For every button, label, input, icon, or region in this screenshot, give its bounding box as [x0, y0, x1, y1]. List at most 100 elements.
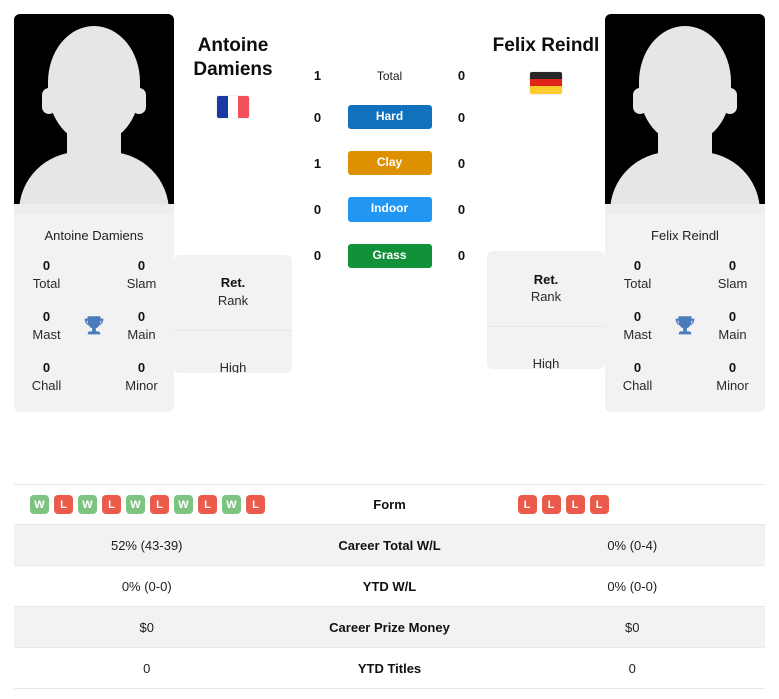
- h2h-indoor-right-score: 0: [457, 201, 466, 217]
- right-player-identity: Felix Reindl Ret. Rank High 23 Age: [487, 14, 605, 412]
- left-form-badges: WLWLWLWLWL: [14, 495, 280, 514]
- right-ytd-titles: 0: [628, 660, 636, 676]
- left-form-badge-5[interactable]: L: [150, 495, 169, 514]
- right-form-badge-2[interactable]: L: [565, 495, 585, 514]
- h2h-hard-left-score: 0: [313, 109, 322, 125]
- right-form-badge-1[interactable]: L: [541, 495, 561, 514]
- left-info-rank-value: Ret.: [220, 275, 246, 291]
- left-player-name-line1: Antoine: [197, 35, 269, 56]
- h2h-row-clay: 1 Clay 0: [300, 151, 480, 176]
- left-form-badge-7[interactable]: L: [198, 495, 217, 514]
- left-ytd-titles: 0: [143, 660, 151, 676]
- left-title-mast-label: Mast: [32, 326, 61, 342]
- left-form-badge-8[interactable]: W: [222, 495, 241, 514]
- right-player-name: Felix Reindl: [493, 34, 600, 58]
- right-form-badge-3[interactable]: L: [589, 495, 609, 514]
- right-career-total-wl: 0% (0-4): [607, 537, 658, 553]
- avatar-bottom-fade: [605, 204, 765, 214]
- left-form-badge-4[interactable]: W: [126, 495, 145, 514]
- right-title-chall-label: Chall: [622, 377, 653, 393]
- right-title-total-value: 0: [633, 258, 642, 273]
- left-form-badge-6[interactable]: W: [174, 495, 193, 514]
- left-player-card-name: Antoine Damiens: [44, 228, 144, 243]
- left-player-name-line2: Damiens: [193, 58, 273, 80]
- left-title-minor: 0 Minor: [117, 359, 166, 394]
- surface-badge-clay[interactable]: Clay: [347, 151, 432, 176]
- left-form-badge-9[interactable]: L: [246, 495, 265, 514]
- left-form-badge-3[interactable]: L: [102, 495, 121, 514]
- avatar-silhouette-ear-right: [723, 88, 737, 114]
- right-title-total: 0 Total: [613, 257, 662, 292]
- right-info-rank: Ret. Rank: [487, 251, 605, 327]
- de-flag-icon: [530, 71, 562, 94]
- left-info-high-label: High: [219, 360, 247, 373]
- left-career-total-wl: 52% (43-39): [110, 537, 183, 553]
- left-form-badge-2[interactable]: W: [78, 495, 97, 514]
- left-title-chall-label: Chall: [31, 377, 62, 393]
- right-title-slam-value: 0: [728, 258, 737, 273]
- left-ytd-wl: 0% (0-0): [121, 578, 172, 594]
- right-info-rank-value: Ret.: [533, 271, 559, 287]
- right-player-card-name: Felix Reindl: [651, 228, 719, 243]
- left-title-total-value: 0: [42, 258, 51, 273]
- left-info-high: High: [174, 331, 292, 373]
- avatar-bottom-fade: [14, 204, 174, 214]
- h2h-indoor-left-score: 0: [313, 201, 322, 217]
- left-title-main: 0 Main: [117, 308, 166, 343]
- h2h-total-label: Total: [376, 68, 403, 83]
- right-title-slam-label: Slam: [717, 275, 748, 291]
- right-form-badge-0[interactable]: L: [517, 495, 537, 514]
- table-row-career-prize-money: $0 Career Prize Money $0: [14, 607, 765, 648]
- left-info-card: Ret. Rank High 24 Age R Plays: [174, 254, 292, 373]
- left-player-card[interactable]: Antoine Damiens 0 Total 0 Slam 0 Mast 0 …: [14, 14, 174, 413]
- left-title-main-value: 0: [137, 309, 146, 325]
- left-form-badge-1[interactable]: L: [54, 495, 73, 514]
- left-title-mast-value: 0: [42, 309, 51, 325]
- surface-badge-grass[interactable]: Grass: [347, 243, 432, 268]
- right-title-minor-label: Minor: [716, 377, 749, 393]
- left-title-minor-label: Minor: [125, 377, 158, 393]
- right-title-mast-label: Mast: [623, 326, 652, 342]
- h2h-row-hard: 0 Hard 0: [300, 105, 480, 130]
- right-titles-grid: 0 Total 0 Slam 0 Mast 0 Main 0 Chall 0 M…: [605, 255, 765, 412]
- h2h-clay-right-score: 0: [457, 155, 466, 171]
- right-form-badges: LLLL: [517, 495, 766, 514]
- stats-comparison-table: WLWLWLWLWL Form LLLL 52% (43-39) Career …: [14, 484, 765, 689]
- left-player-avatar: [14, 14, 174, 214]
- trophy-icon: [662, 313, 708, 339]
- left-title-mast: 0 Mast: [22, 308, 71, 343]
- left-player-identity: Antoine Damiens Ret. Rank High 24 Age: [174, 14, 292, 412]
- right-career-prize-money: $0: [625, 619, 640, 635]
- left-info-rank: Ret. Rank: [174, 255, 292, 331]
- right-player-avatar: [605, 14, 765, 214]
- right-title-minor: 0 Minor: [708, 359, 757, 394]
- right-title-chall: 0 Chall: [613, 359, 662, 394]
- left-titles-grid: 0 Total 0 Slam 0 Mast 0 Main 0 Chall 0 M…: [14, 255, 174, 412]
- left-title-chall-value: 0: [42, 360, 51, 376]
- right-info-rank-label: Rank: [530, 289, 562, 305]
- left-title-minor-value: 0: [137, 360, 146, 376]
- avatar-silhouette-ear-left: [633, 88, 647, 114]
- left-form-badge-0[interactable]: W: [30, 495, 49, 514]
- table-row-career-prize-money-label: Career Prize Money: [329, 619, 450, 635]
- surface-badge-indoor[interactable]: Indoor: [347, 197, 432, 222]
- right-player-card[interactable]: Felix Reindl 0 Total 0 Slam 0 Mast 0 Mai…: [605, 14, 765, 413]
- table-row-career-total-wl: 52% (43-39) Career Total W/L 0% (0-4): [14, 525, 765, 566]
- right-player-name-line1: Felix Reindl: [492, 35, 600, 56]
- fr-flag-icon: [217, 95, 249, 118]
- surface-badge-hard[interactable]: Hard: [347, 105, 432, 130]
- right-title-mast-value: 0: [633, 309, 642, 325]
- h2h-row-indoor: 0 Indoor 0: [300, 197, 480, 222]
- left-title-slam: 0 Slam: [117, 257, 166, 292]
- table-row-ytd-titles-label: YTD Titles: [357, 660, 422, 676]
- h2h-hard-right-score: 0: [457, 109, 466, 125]
- h2h-row-total: 1 Total 0: [300, 68, 480, 83]
- top-section: Antoine Damiens 0 Total 0 Slam 0 Mast 0 …: [0, 0, 779, 413]
- right-title-main: 0 Main: [708, 308, 757, 343]
- h2h-total-right-score: 0: [457, 68, 466, 83]
- table-row-form: WLWLWLWLWL Form LLLL: [14, 484, 765, 525]
- left-title-slam-value: 0: [137, 258, 146, 273]
- left-title-main-label: Main: [127, 326, 156, 342]
- table-row-career-total-wl-label: Career Total W/L: [338, 537, 441, 553]
- h2h-row-grass: 0 Grass 0: [300, 243, 480, 268]
